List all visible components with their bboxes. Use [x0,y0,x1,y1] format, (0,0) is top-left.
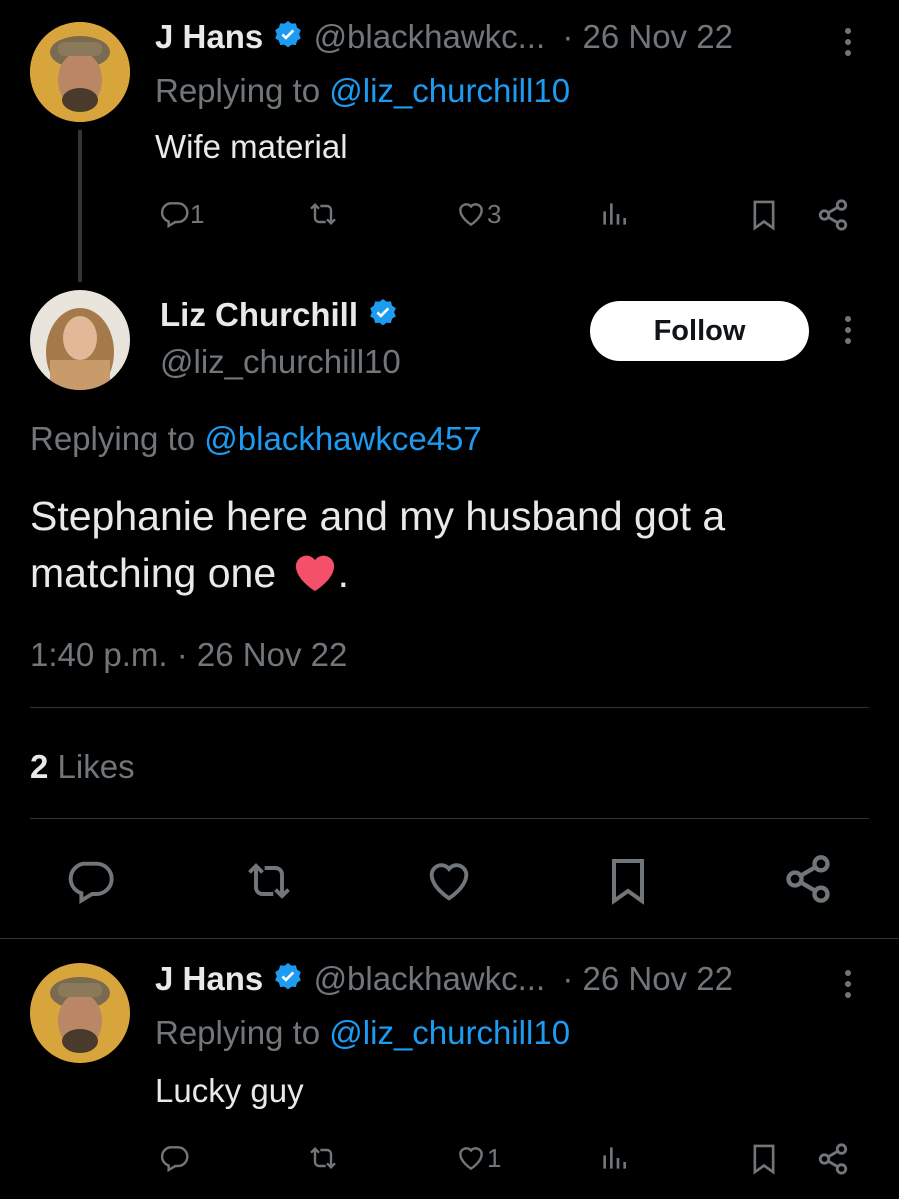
like-button[interactable] [423,855,475,907]
bookmark-icon [753,200,775,231]
bookmark-button[interactable] [604,855,652,907]
views-icon [603,1147,626,1169]
avatar-liz-churchill[interactable] [30,290,130,390]
reply-count: 1 [190,198,205,229]
verified-badge-icon [272,961,304,1001]
views-button[interactable] [598,1142,630,1174]
tweet-text: Lucky guy [155,1072,304,1109]
author-name[interactable]: Liz Churchill [160,296,358,333]
reply-icon [160,1146,189,1173]
tweet-date[interactable]: · 26 Nov 22 [562,18,733,55]
heart-icon [459,1147,483,1171]
author-handle[interactable]: @blackhawkc... [314,18,546,55]
likes-stat[interactable]: 2 Likes [30,748,135,786]
tweet-header: J Hans @blackhawkc... · 26 Nov 22 [155,960,733,1001]
retweet-icon [310,1146,336,1170]
reply-button[interactable]: 1 [158,198,204,230]
like-count: 1 [487,1142,502,1173]
like-button[interactable]: 1 [455,1142,501,1174]
replying-prefix: Replying to [30,420,196,457]
tweet-text: Wife material [155,128,348,165]
avatar-image [30,963,130,1063]
divider [0,938,899,939]
retweet-button[interactable] [305,1142,341,1174]
avatar-j-hans[interactable] [30,963,130,1063]
tweet-text-line: matching one . [30,545,880,608]
bookmark-button[interactable] [748,198,780,232]
tweet-text-segment: matching one [30,550,277,596]
reply-icon [68,861,114,904]
replying-handle-link[interactable]: @liz_churchill10 [329,72,570,109]
more-options-icon[interactable] [843,28,853,61]
more-options-icon[interactable] [843,970,853,1003]
author-handle[interactable]: @blackhawkc... [314,960,546,997]
replying-to: Replying to @liz_churchill10 [155,72,570,110]
like-count: 3 [487,198,502,229]
avatar-j-hans[interactable] [30,22,130,122]
bookmark-button[interactable] [748,1142,780,1176]
avatar-image [30,22,130,122]
tweet-text-line: Stephanie here and my husband got a [30,493,726,539]
red-heart-emoji-icon [292,551,338,608]
retweet-icon [248,863,290,899]
retweet-button[interactable] [240,855,298,907]
tweet-text: Stephanie here and my husband got a matc… [30,488,880,608]
verified-badge-icon [367,297,399,337]
more-options-icon[interactable] [843,316,853,349]
reply-icon [160,202,189,229]
author-name[interactable]: J Hans [155,960,263,997]
follow-button[interactable]: Follow [590,301,809,361]
retweet-button[interactable] [305,198,341,230]
replying-handle-link[interactable]: @blackhawkce457 [204,420,482,457]
bookmark-icon [612,859,644,905]
author-handle[interactable]: @liz_churchill10 [160,343,401,381]
retweet-icon [310,202,336,226]
likes-count: 2 [30,748,49,785]
replying-prefix: Replying to [155,1014,321,1051]
tweet-timestamp[interactable]: 1:40 p.m. · 26 Nov 22 [30,636,347,674]
thread-line [78,130,82,282]
verified-badge-icon [272,19,304,59]
share-icon [818,199,848,231]
share-icon [786,855,830,903]
divider [30,818,869,819]
tweet-header: J Hans @blackhawkc... · 26 Nov 22 [155,18,733,59]
reply-button[interactable] [158,1142,190,1174]
views-icon [603,203,626,225]
heart-icon [459,203,483,227]
share-button[interactable] [815,1142,851,1176]
divider [30,707,869,708]
reply-button[interactable] [64,855,116,907]
replying-to: Replying to @blackhawkce457 [30,420,482,458]
author-name[interactable]: J Hans [155,18,263,55]
share-button[interactable] [782,853,834,905]
avatar-image [30,290,130,390]
like-button[interactable]: 3 [455,198,501,230]
share-button[interactable] [815,198,851,232]
bookmark-icon [753,1144,775,1175]
tweet-text-end: . [337,550,349,596]
replying-prefix: Replying to [155,72,321,109]
share-icon [818,1143,848,1175]
main-author: Liz Churchill [160,296,399,337]
replying-to: Replying to @liz_churchill10 [155,1014,570,1052]
likes-label: Likes [57,748,135,785]
views-button[interactable] [598,198,630,230]
heart-icon [429,863,469,901]
tweet-date[interactable]: · 26 Nov 22 [562,960,733,997]
replying-handle-link[interactable]: @liz_churchill10 [329,1014,570,1051]
